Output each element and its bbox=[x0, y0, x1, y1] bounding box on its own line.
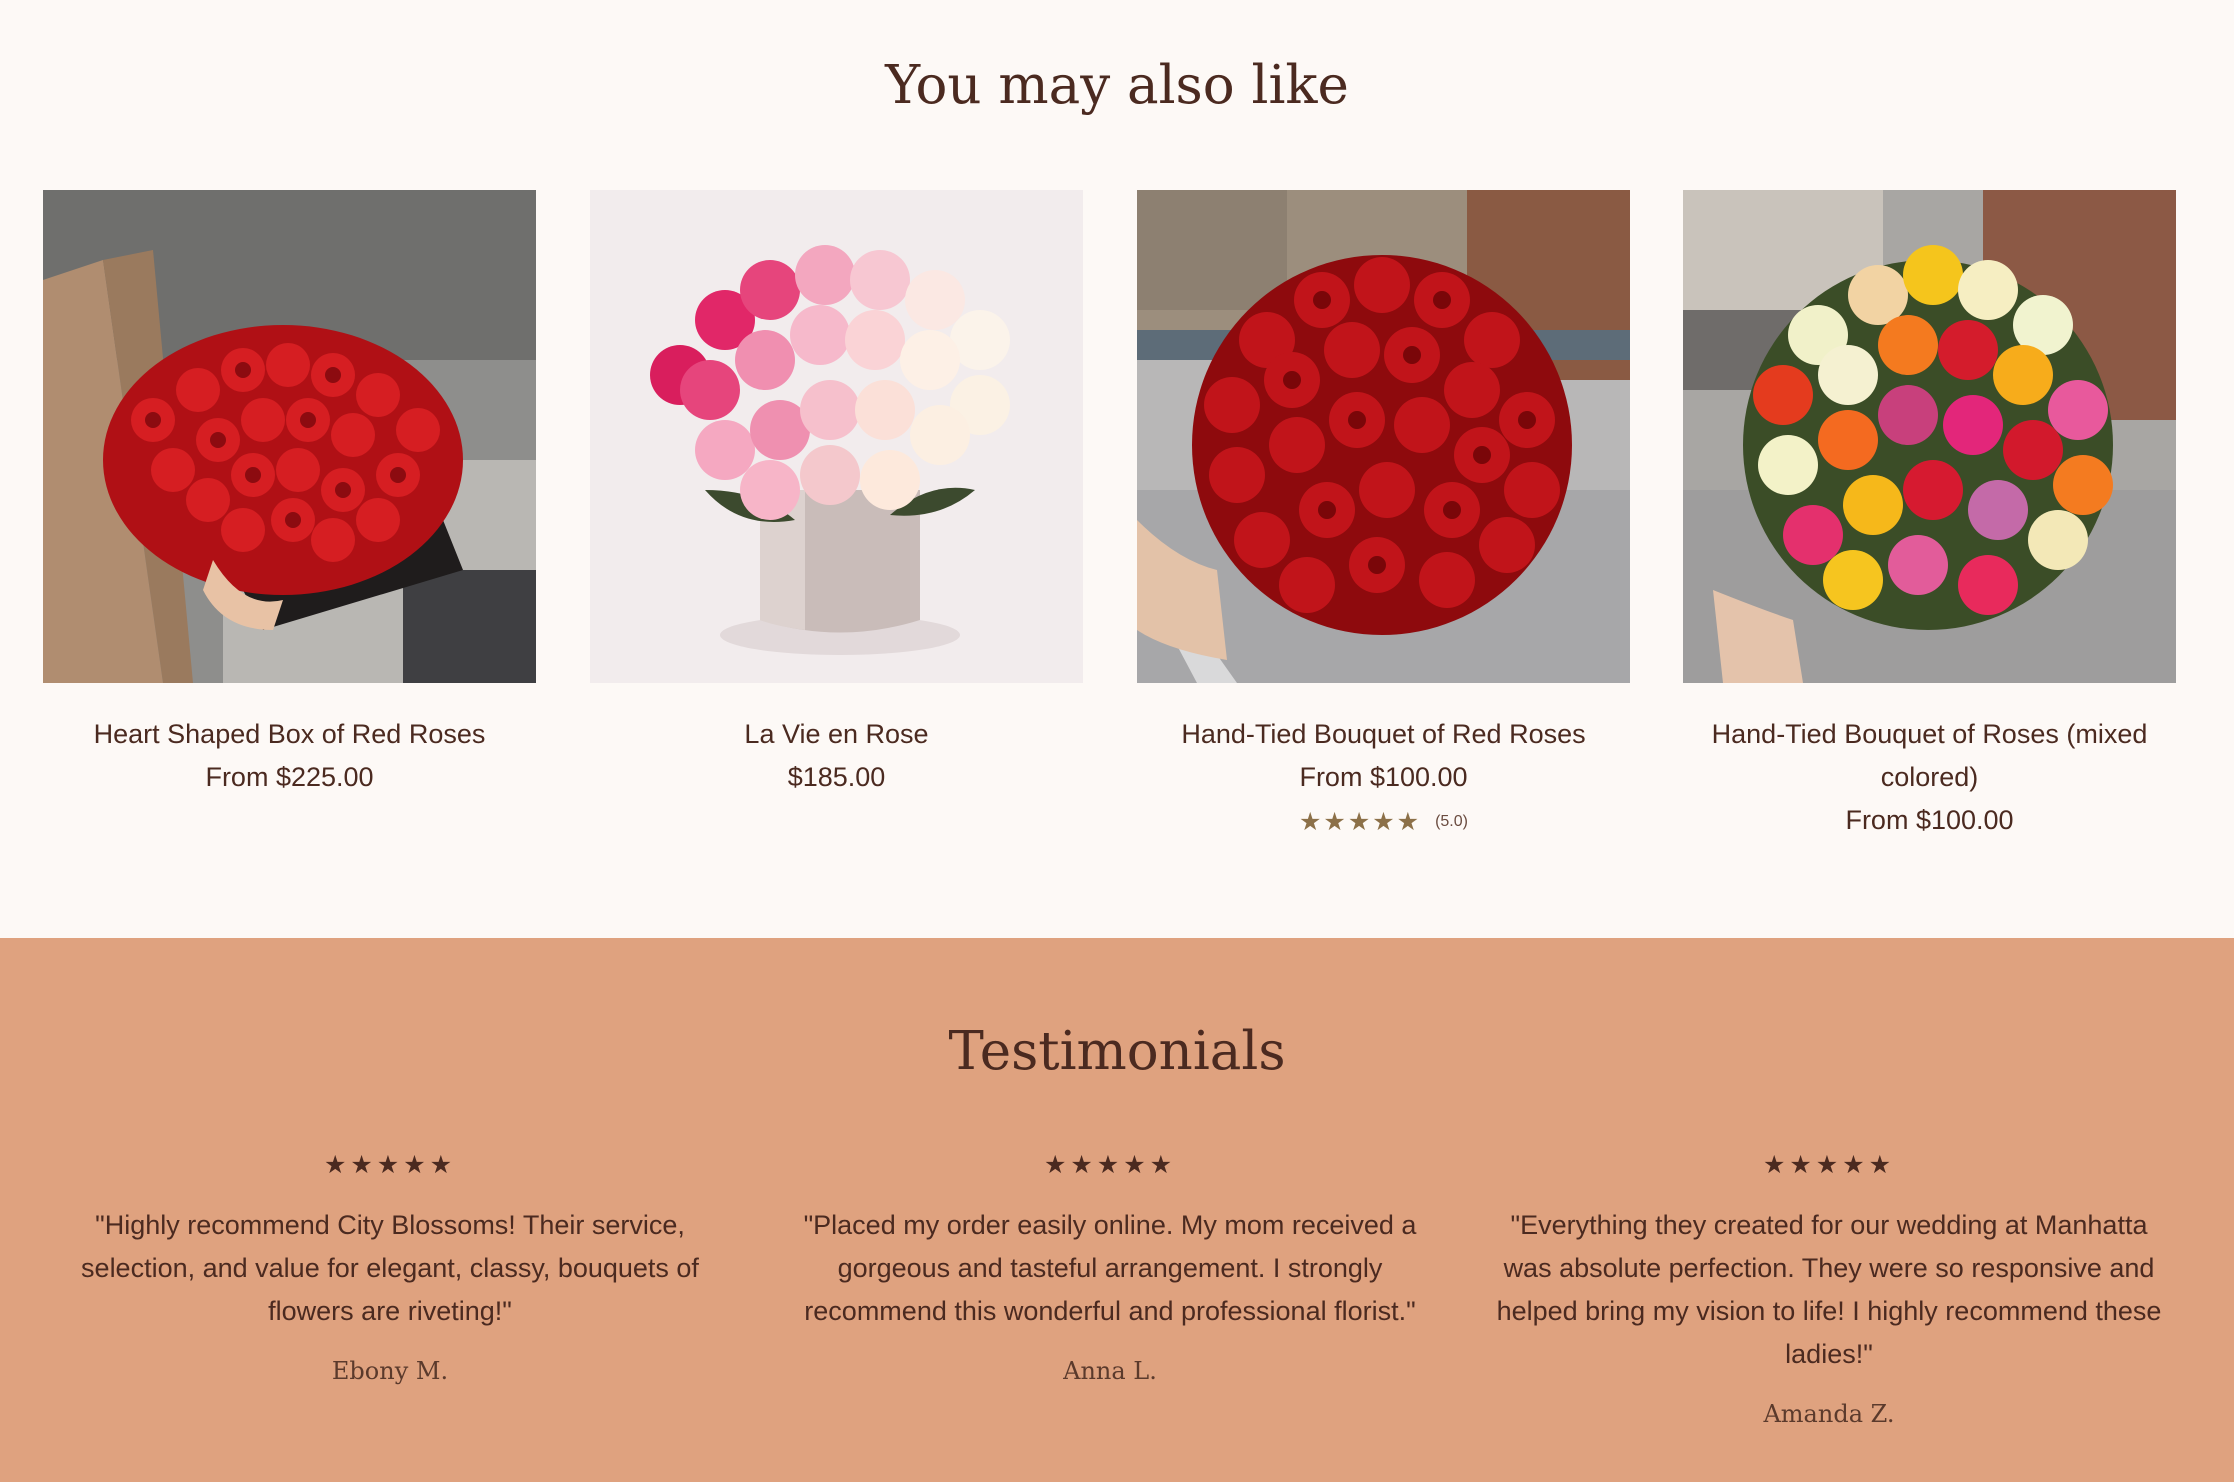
product-name[interactable]: Hand-Tied Bouquet of Roses (mixed colore… bbox=[1683, 713, 2176, 799]
product-image-mixed-roses-bouquet-street[interactable] bbox=[1683, 190, 2176, 683]
testimonial-card: ★★★★★ "Highly recommend City Blossoms! T… bbox=[50, 1148, 730, 1389]
related-products-section: You may also like Heart Shaped Box of Re… bbox=[0, 0, 2234, 938]
red-roses-bouquet-photo bbox=[1137, 190, 1630, 683]
star-rating-icon: ★★★★★ bbox=[323, 1150, 457, 1179]
product-grid: Heart Shaped Box of Red Roses From $225.… bbox=[43, 190, 2177, 870]
heart-box-red-roses-photo bbox=[43, 190, 536, 683]
testimonial-author: Anna L. bbox=[1063, 1357, 1157, 1385]
pink-roses-vase-photo bbox=[590, 190, 1083, 683]
star-rating-icon: ★★★★★ bbox=[1043, 1150, 1177, 1179]
mixed-roses-bouquet-photo bbox=[1683, 190, 2176, 683]
product-card[interactable]: Heart Shaped Box of Red Roses From $225.… bbox=[43, 190, 536, 799]
product-price: $185.00 bbox=[787, 762, 886, 792]
page: You may also like Heart Shaped Box of Re… bbox=[0, 0, 2234, 1482]
product-rating: ★★★★★ (5.0) bbox=[1137, 807, 1630, 836]
product-name[interactable]: Hand-Tied Bouquet of Red Roses bbox=[1137, 713, 1630, 756]
product-card[interactable]: Hand-Tied Bouquet of Red Roses From $100… bbox=[1137, 190, 1630, 836]
product-card[interactable]: Hand-Tied Bouquet of Roses (mixed colore… bbox=[1683, 190, 2176, 842]
testimonial-card: ★★★★★ "Everything they created for our w… bbox=[1489, 1148, 2169, 1432]
testimonials-title: Testimonials bbox=[948, 1021, 1286, 1082]
product-name[interactable]: Heart Shaped Box of Red Roses bbox=[43, 713, 536, 756]
product-image-pink-roses-vase[interactable] bbox=[590, 190, 1083, 683]
related-products-title: You may also like bbox=[885, 55, 1349, 116]
product-image-heart-box-red-roses[interactable] bbox=[43, 190, 536, 683]
product-image-red-roses-bouquet-street[interactable] bbox=[1137, 190, 1630, 683]
testimonials-section: Testimonials ★★★★★ "Highly recommend Cit… bbox=[0, 938, 2234, 1482]
testimonial-quote: "Placed my order easily online. My mom r… bbox=[803, 1210, 1417, 1326]
testimonial-author: Amanda Z. bbox=[1763, 1400, 1895, 1428]
product-price: From $100.00 bbox=[1845, 805, 2014, 835]
product-card[interactable]: La Vie en Rose $185.00 bbox=[590, 190, 1083, 799]
product-price: From $225.00 bbox=[205, 762, 374, 792]
star-rating-icon: ★★★★★ bbox=[1762, 1150, 1896, 1179]
testimonial-author: Ebony M. bbox=[331, 1357, 449, 1385]
rating-stars-icon: ★★★★★ bbox=[1299, 807, 1422, 836]
rating-count: (5.0) bbox=[1435, 812, 1468, 830]
product-name[interactable]: La Vie en Rose bbox=[590, 713, 1083, 756]
product-price: From $100.00 bbox=[1299, 762, 1468, 792]
testimonial-quote: "Everything they created for our wedding… bbox=[1496, 1210, 2162, 1369]
testimonial-card: ★★★★★ "Placed my order easily online. My… bbox=[770, 1148, 1450, 1389]
testimonial-quote: "Highly recommend City Blossoms! Their s… bbox=[81, 1210, 699, 1326]
